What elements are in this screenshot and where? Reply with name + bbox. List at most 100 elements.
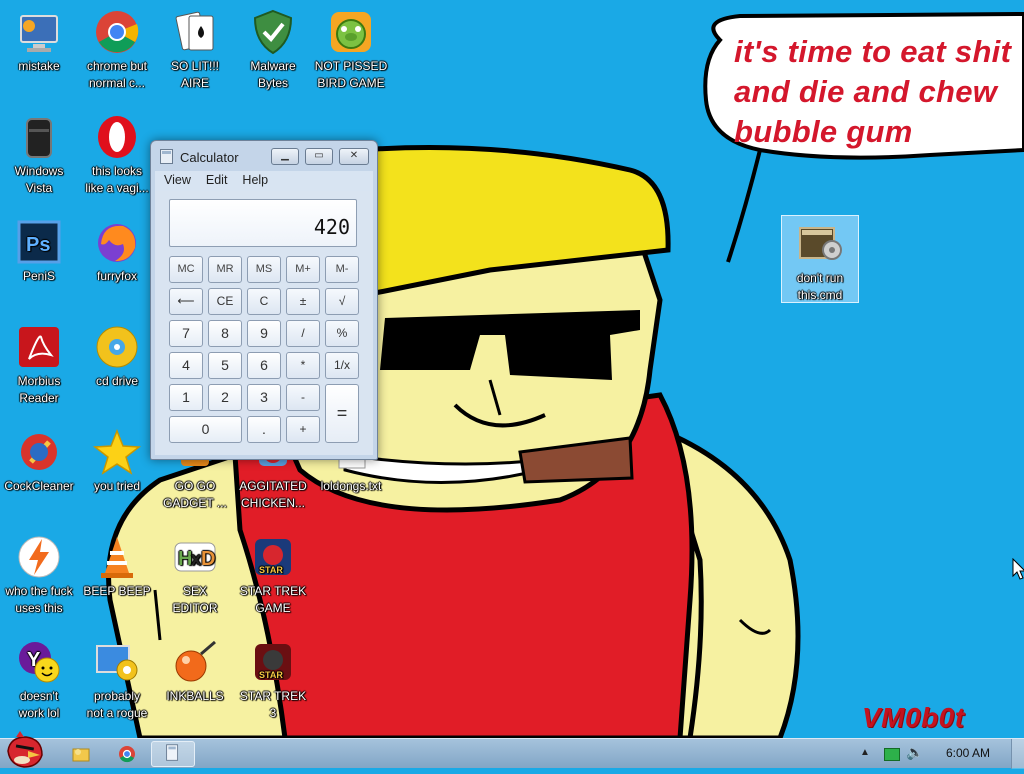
lightning-icon <box>15 533 63 581</box>
trash-bin-icon <box>15 113 63 161</box>
key-9[interactable]: 9 <box>247 320 281 347</box>
window-title: Calculator <box>180 150 239 165</box>
key-0[interactable]: 0 <box>169 416 242 443</box>
desktop-icon-mistake[interactable]: mistake <box>0 4 78 102</box>
solitaire-icon <box>171 8 219 56</box>
icon-label: mistake <box>18 59 60 73</box>
taskbar-chrome-button[interactable] <box>112 741 142 767</box>
photoshop-icon: Ps <box>15 218 63 266</box>
desktop-icon-star-trek-game[interactable]: STAR STAR TREK GAME <box>234 529 312 627</box>
key-2[interactable]: 2 <box>208 384 242 411</box>
key-m-minus[interactable]: M- <box>325 256 359 283</box>
desktop-icon-morbius-reader[interactable]: Morbius Reader <box>0 319 78 417</box>
calculator-icon <box>160 149 173 164</box>
desktop-icon-star-trek-3[interactable]: STAR STAR TREK 3 <box>234 634 312 732</box>
close-button[interactable]: ✕ <box>339 148 369 165</box>
key-8[interactable]: 8 <box>208 320 242 347</box>
firefox-icon <box>93 218 141 266</box>
key-3[interactable]: 3 <box>247 384 281 411</box>
vlc-cone-icon <box>93 533 141 581</box>
desktop-icon-not-a-rogue[interactable]: probably not a rogue <box>78 634 156 732</box>
calculator-window[interactable]: Calculator ▁ ▭ ✕ View Edit Help 420 MC MR … <box>150 140 378 460</box>
desktop-icon-beep-beep[interactable]: BEEP BEEP <box>78 529 156 627</box>
calculator-titlebar[interactable]: Calculator ▁ ▭ ✕ <box>151 141 377 171</box>
key-equals[interactable]: = <box>325 384 359 443</box>
maximize-button[interactable]: ▭ <box>305 148 333 165</box>
key-multiply[interactable]: * <box>286 352 320 379</box>
taskbar-calculator-button[interactable] <box>151 741 195 767</box>
menu-edit[interactable]: Edit <box>197 171 234 187</box>
key-backspace[interactable]: ⟵ <box>169 288 203 315</box>
desktop-icon-opera[interactable]: this looks like a vagi... <box>78 109 156 207</box>
key-divide[interactable]: / <box>286 320 320 347</box>
mouse-cursor-icon <box>1012 558 1024 580</box>
yahoo-icon: Y <box>15 638 63 686</box>
show-desktop-button[interactable] <box>1011 739 1024 769</box>
volume-icon[interactable]: 🔈 <box>906 744 923 761</box>
key-plus-minus[interactable]: ± <box>286 288 320 315</box>
icon-label: loldongs.txt <box>320 479 382 493</box>
green-pig-icon <box>327 8 375 56</box>
cd-icon <box>93 323 141 371</box>
icon-label: cd drive <box>95 374 139 388</box>
key-ce[interactable]: CE <box>208 288 242 315</box>
menu-bar: View Edit Help <box>155 171 373 191</box>
key-5[interactable]: 5 <box>208 352 242 379</box>
desktop-icon-cockcleaner[interactable]: CockCleaner <box>0 424 78 522</box>
desktop-icon-doesnt-work[interactable]: Y doesn't work lol <box>0 634 78 732</box>
desktop-icon-malwarebytes[interactable]: Malware Bytes <box>234 4 312 102</box>
desktop-icon-solitaire[interactable]: SO LIT!!! AIRE <box>156 4 234 102</box>
key-7[interactable]: 7 <box>169 320 203 347</box>
key-subtract[interactable]: - <box>286 384 320 411</box>
desktop-icon-furryfox[interactable]: furryfox <box>78 214 156 312</box>
clock-time[interactable]: 6:00 AM <box>946 746 990 760</box>
desktop-icon-chrome[interactable]: chrome but normal c... <box>78 4 156 102</box>
minimize-button[interactable]: ▁ <box>271 148 299 165</box>
desktop-icon-sex-editor[interactable]: HxD SEX EDITOR <box>156 529 234 627</box>
desktop-icon-you-tried[interactable]: you tried <box>78 424 156 522</box>
key-mc[interactable]: MC <box>169 256 203 283</box>
icon-label: Malware Bytes <box>250 59 296 90</box>
angry-bird-start-icon <box>7 731 43 768</box>
desktop-icon-not-pissed-bird[interactable]: NOT PISSED BIRD GAME <box>312 4 390 102</box>
folder-icon <box>72 748 90 762</box>
key-m-plus[interactable]: M+ <box>286 256 320 283</box>
key-c[interactable]: C <box>247 288 281 315</box>
calculator-body: 420 MC MR MS M+ M- ⟵ CE C ± √ 7 8 9 / % … <box>155 191 373 455</box>
key-reciprocal[interactable]: 1/x <box>325 352 359 379</box>
key-1[interactable]: 1 <box>169 384 203 411</box>
shield-icon <box>249 8 297 56</box>
menu-help[interactable]: Help <box>233 171 274 187</box>
key-sqrt[interactable]: √ <box>325 288 359 315</box>
desktop-icon-inkballs[interactable]: INKBALLS <box>156 634 234 732</box>
icon-label: who the fuck uses this <box>5 584 73 615</box>
key-ms[interactable]: MS <box>247 256 281 283</box>
chrome-icon <box>119 746 135 763</box>
icon-label: this looks like a vagi... <box>85 164 149 195</box>
menu-view[interactable]: View <box>155 171 197 187</box>
key-mr[interactable]: MR <box>208 256 242 283</box>
icon-label: doesn't work lol <box>18 689 60 720</box>
calculator-icon <box>166 744 179 761</box>
desktop-icon-windows-vista[interactable]: Windows Vista <box>0 109 78 207</box>
start-button[interactable] <box>2 731 48 769</box>
icon-label: don't run this.cmd <box>796 271 844 302</box>
network-icon[interactable] <box>884 748 900 761</box>
key-percent[interactable]: % <box>325 320 359 347</box>
maximize-icon: ▭ <box>314 150 324 161</box>
desktop-icon-dont-run-this-cmd[interactable]: don't run this.cmd <box>781 215 859 303</box>
tray-expand-icon[interactable]: ▲ <box>860 747 872 759</box>
taskbar-explorer-button[interactable] <box>66 741 96 767</box>
minimize-icon: ▁ <box>281 150 289 161</box>
key-6[interactable]: 6 <box>247 352 281 379</box>
key-decimal[interactable]: . <box>247 416 281 443</box>
key-add[interactable]: + <box>286 416 320 443</box>
desktop-icon-cd-drive[interactable]: cd drive <box>78 319 156 417</box>
icon-label: AGGITATED CHICKEN... <box>239 479 307 510</box>
key-4[interactable]: 4 <box>169 352 203 379</box>
desktop-icon-penis[interactable]: Ps PeniS <box>0 214 78 312</box>
svg-text:STAR: STAR <box>259 670 283 680</box>
desktop-icon-who-uses-this[interactable]: who the fuck uses this <box>0 529 78 627</box>
icon-label: INKBALLS <box>166 689 224 703</box>
svg-text:STAR: STAR <box>259 565 283 575</box>
